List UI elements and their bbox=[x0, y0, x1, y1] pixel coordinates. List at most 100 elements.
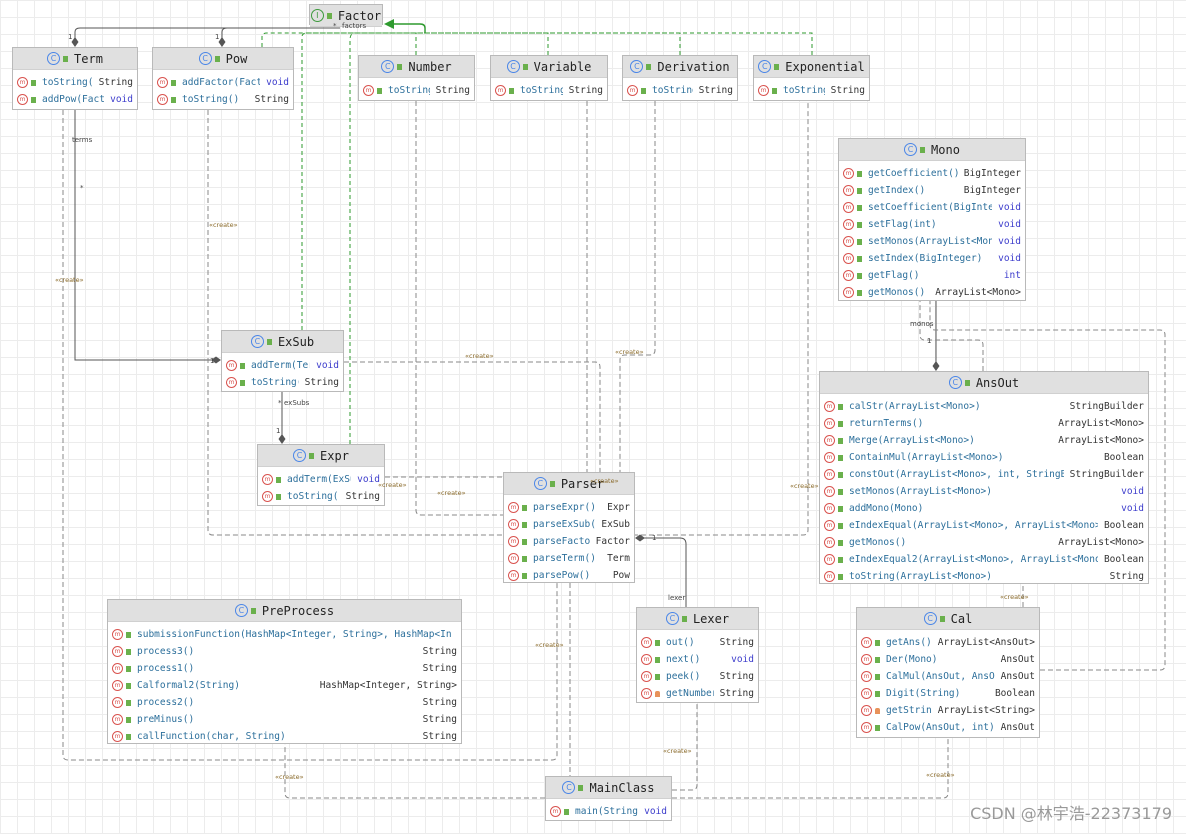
method-row[interactable]: m addTerm(Term) void bbox=[222, 357, 343, 374]
method-row[interactable]: m Digit(String) Boolean bbox=[857, 685, 1039, 702]
class-preprocess[interactable]: C PreProcess m submissionFunction(HashMap<I… bbox=[107, 599, 462, 744]
class-header[interactable]: C Derivation bbox=[623, 56, 737, 78]
method-row[interactable]: m toString() String bbox=[13, 74, 137, 91]
method-row[interactable]: m getStrings() ArrayList<String> bbox=[857, 702, 1039, 719]
method-row[interactable]: m addFactor(Factor) void bbox=[153, 74, 293, 91]
class-header[interactable]: C PreProcess bbox=[108, 600, 461, 622]
class-exponential[interactable]: C Exponential m toString() String bbox=[753, 55, 870, 101]
method-icon: m bbox=[226, 360, 237, 371]
method-row[interactable]: m process2() String bbox=[108, 694, 461, 711]
class-lexer[interactable]: C Lexer m out() String m next() void m peek() Stri… bbox=[636, 607, 759, 703]
method-row[interactable]: m setMonos(ArrayList<Mono>) void bbox=[820, 483, 1148, 500]
method-row[interactable]: m parsePow() Pow bbox=[504, 567, 634, 584]
method-row[interactable]: m parseExpr() Expr bbox=[504, 499, 634, 516]
method-row[interactable]: m toString() String bbox=[153, 91, 293, 108]
method-row[interactable]: m ContainMul(ArrayList<Mono>) Boolean bbox=[820, 449, 1148, 466]
watermark: CSDN @林宇浩-22373179 bbox=[970, 804, 1172, 823]
method-row[interactable]: m parseExSub() ExSub bbox=[504, 516, 634, 533]
method-row[interactable]: m CalMul(AnsOut, AnsOut) AnsOut bbox=[857, 668, 1039, 685]
method-row[interactable]: m calStr(ArrayList<Mono>) StringBuilder bbox=[820, 398, 1148, 415]
class-variable[interactable]: C Variable m toString() String bbox=[490, 55, 608, 101]
class-header[interactable]: C Exponential bbox=[754, 56, 869, 78]
public-visibility-icon bbox=[838, 573, 843, 580]
class-header[interactable]: C Lexer bbox=[637, 608, 758, 630]
method-icon: m bbox=[112, 663, 123, 674]
class-header[interactable]: C Expr bbox=[258, 445, 384, 467]
method-row[interactable]: m setMonos(ArrayList<Mono>) void bbox=[839, 233, 1025, 250]
method-row[interactable]: m toString(ArrayList<Mono>) String bbox=[820, 568, 1148, 585]
method-row[interactable]: m out() String bbox=[637, 634, 758, 651]
method-row[interactable]: m constOut(ArrayList<Mono>, int, StringBu… bbox=[820, 466, 1148, 483]
return-type: void bbox=[110, 94, 133, 105]
method-row[interactable]: m getIndex() BigInteger bbox=[839, 182, 1025, 199]
method-row[interactable]: m Merge(ArrayList<Mono>) ArrayList<Mono> bbox=[820, 432, 1148, 449]
create-stereotype-label: «create» bbox=[926, 771, 955, 779]
method-row[interactable]: m addTerm(ExSub) void bbox=[258, 471, 384, 488]
method-row[interactable]: m getMonos() ArrayList<Mono> bbox=[820, 534, 1148, 551]
method-row[interactable]: m addPow(Factor) void bbox=[13, 91, 137, 108]
method-row[interactable]: m peek() String bbox=[637, 668, 758, 685]
method-row[interactable]: m toString() String bbox=[222, 374, 343, 391]
method-row[interactable]: m getCoefficient() BigInteger bbox=[839, 165, 1025, 182]
method-row[interactable]: m eIndexEqual(ArrayList<Mono>, ArrayList<… bbox=[820, 517, 1148, 534]
method-row[interactable]: m toString() String bbox=[623, 82, 737, 99]
method-row[interactable]: m getAns() ArrayList<AnsOut> bbox=[857, 634, 1039, 651]
class-header[interactable]: C Number bbox=[359, 56, 474, 78]
method-icon: m bbox=[824, 520, 835, 531]
method-row[interactable]: m setIndex(BigInteger) void bbox=[839, 250, 1025, 267]
method-row[interactable]: m toString() String bbox=[754, 82, 869, 99]
method-row[interactable]: m parseFactor() Factor bbox=[504, 533, 634, 550]
method-row[interactable]: m preMinus() String bbox=[108, 711, 461, 728]
class-header[interactable]: C Pow bbox=[153, 48, 293, 70]
class-header[interactable]: C Term bbox=[13, 48, 137, 70]
method-row[interactable]: m getMonos() ArrayList<Mono> bbox=[839, 284, 1025, 301]
class-pow[interactable]: C Pow m addFactor(Factor) void m toString() Str… bbox=[152, 47, 294, 110]
class-header[interactable]: C MainClass bbox=[546, 777, 671, 799]
class-header[interactable]: C ExSub bbox=[222, 331, 343, 353]
method-row[interactable]: m addMono(Mono) void bbox=[820, 500, 1148, 517]
method-icon: m bbox=[157, 94, 168, 105]
public-visibility-icon bbox=[939, 615, 945, 622]
class-term[interactable]: C Term m toString() String m addPow(Factor) voi… bbox=[12, 47, 138, 110]
method-row[interactable]: m next() void bbox=[637, 651, 758, 668]
class-header[interactable]: C Mono bbox=[839, 139, 1025, 161]
class-mono[interactable]: C Mono m getCoefficient() BigInteger m getInde… bbox=[838, 138, 1026, 301]
method-row[interactable]: m submissionFunction(HashMap<Integer, Str… bbox=[108, 626, 461, 643]
method-row[interactable]: m toString() String bbox=[258, 488, 384, 505]
method-row[interactable]: m eIndexEqual2(ArrayList<Mono>, ArrayList… bbox=[820, 551, 1148, 568]
class-icon: C bbox=[904, 143, 918, 156]
method-row[interactable]: m returnTerms() ArrayList<Mono> bbox=[820, 415, 1148, 432]
method-signature: toString() bbox=[388, 85, 430, 96]
class-number[interactable]: C Number m toString() String bbox=[358, 55, 475, 101]
create-stereotype-label: «create» bbox=[790, 482, 819, 490]
method-row[interactable]: m getNumber() String bbox=[637, 685, 758, 702]
class-expr[interactable]: C Expr m addTerm(ExSub) void m toString() Strin… bbox=[257, 444, 385, 506]
class-exsub[interactable]: C ExSub m addTerm(Term) void m toString() Strin… bbox=[221, 330, 344, 392]
class-mainclass[interactable]: C MainClass m main(String[]) void bbox=[545, 776, 672, 821]
class-cal[interactable]: C Cal m getAns() ArrayList<AnsOut> m Der(Mono)… bbox=[856, 607, 1040, 738]
method-row[interactable]: m process1() String bbox=[108, 660, 461, 677]
method-row[interactable]: m toString() String bbox=[491, 82, 607, 99]
public-visibility-icon bbox=[549, 480, 555, 487]
method-row[interactable]: m getFlag() int bbox=[839, 267, 1025, 284]
class-header[interactable]: C Variable bbox=[491, 56, 607, 78]
class-ansout[interactable]: C AnsOut m calStr(ArrayList<Mono>) StringBui… bbox=[819, 371, 1149, 584]
method-row[interactable]: m setFlag(int) void bbox=[839, 216, 1025, 233]
method-row[interactable]: m Der(Mono) AnsOut bbox=[857, 651, 1039, 668]
method-row[interactable]: m process3() String bbox=[108, 643, 461, 660]
method-row[interactable]: m main(String[]) void bbox=[546, 803, 671, 820]
method-icon: m bbox=[843, 236, 854, 247]
class-derivation[interactable]: C Derivation m toString() String bbox=[622, 55, 738, 101]
class-parser[interactable]: C Parser m parseExpr() Expr m parseExSub() ExSu… bbox=[503, 472, 635, 583]
method-row[interactable]: m toString() String bbox=[359, 82, 474, 99]
return-type: int bbox=[1003, 270, 1021, 281]
method-row[interactable]: m callFunction(char, String) String bbox=[108, 728, 461, 745]
class-header[interactable]: C AnsOut bbox=[820, 372, 1148, 394]
method-row[interactable]: m CalPow(AnsOut, int) AnsOut bbox=[857, 719, 1039, 736]
method-row[interactable]: m setCoefficient(BigInteger) void bbox=[839, 199, 1025, 216]
method-row[interactable]: m parseTerm() Term bbox=[504, 550, 634, 567]
class-header[interactable]: C Cal bbox=[857, 608, 1039, 630]
method-icon: m bbox=[226, 377, 237, 388]
method-signature: parseExSub() bbox=[533, 519, 596, 530]
method-row[interactable]: m Calformal2(String) HashMap<Integer, Stri… bbox=[108, 677, 461, 694]
